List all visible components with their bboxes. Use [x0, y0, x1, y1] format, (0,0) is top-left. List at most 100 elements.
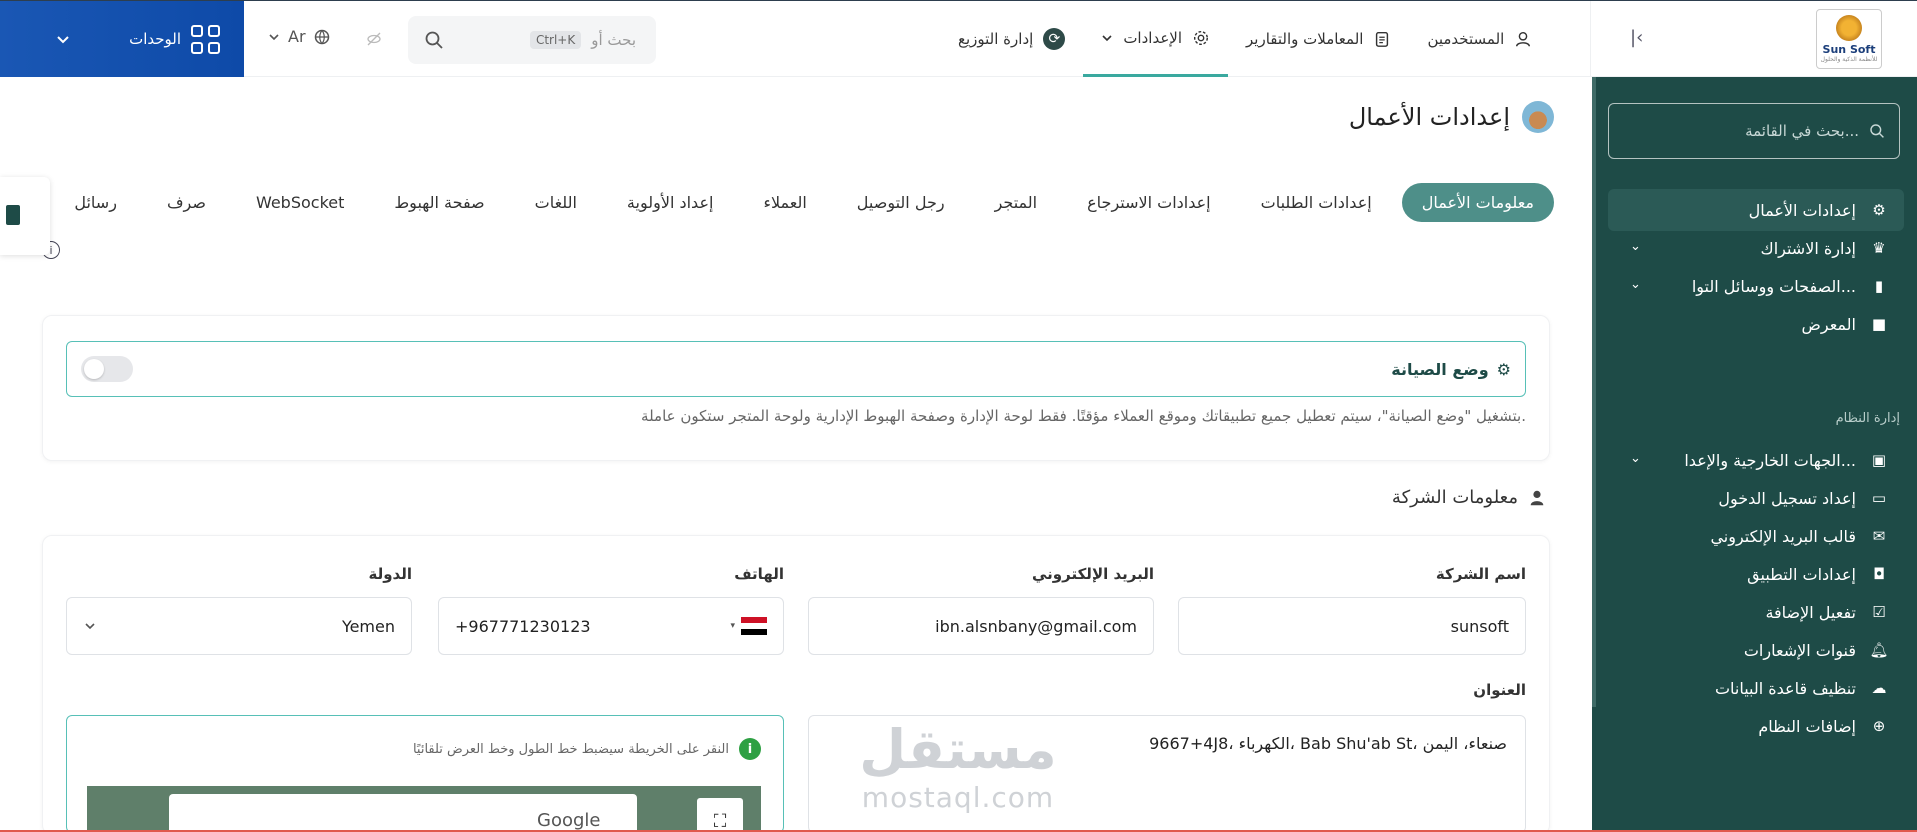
- plus-circle-icon: ⊕: [1872, 717, 1886, 735]
- phone-value: +967771230123: [455, 616, 591, 636]
- sidebar-item-label: الصفحات ووسائل التوا...: [1691, 276, 1856, 296]
- map-provider-logo: Google: [537, 810, 601, 831]
- contact-icon: ▣: [1871, 451, 1887, 469]
- top-navigation: إدارة التوزيع ⟳ الإعدادات المعاملات والت…: [940, 1, 1550, 77]
- logo-name: Sun Soft: [1822, 43, 1876, 56]
- maintenance-toggle[interactable]: [81, 356, 133, 382]
- sidebar-item-label: المعرض: [1801, 314, 1856, 334]
- fullscreen-icon[interactable]: ⛶: [697, 798, 743, 832]
- book-icon: ▮: [1874, 277, 1884, 295]
- company-logo: Sun Soft للأنظمة الذكية والحلول: [1816, 9, 1882, 69]
- sidebar-item-db-cleanup[interactable]: تنظيف قاعدة البيانات ☁: [1608, 667, 1904, 709]
- sidebar-item-gallery[interactable]: المعرض ■: [1608, 303, 1904, 345]
- eye-off-icon[interactable]: [366, 31, 382, 47]
- tab-business-info[interactable]: معلومات الأعمال: [1401, 182, 1554, 222]
- collapse-sidebar-icon[interactable]: |‹: [1630, 27, 1643, 48]
- chevron-down-icon: ⌄: [1630, 239, 1641, 254]
- units-label: الوحدات: [129, 30, 181, 48]
- sidebar-item-app-settings[interactable]: إعدادات التطبيق ◘: [1608, 553, 1904, 595]
- country-select[interactable]: Yemen: [66, 597, 412, 655]
- sidebar-item-pages-social[interactable]: ⌄ الصفحات ووسائل التوا... ▮: [1608, 265, 1904, 307]
- sidebar-item-label: قنوات الإشعارات: [1743, 640, 1856, 660]
- search-icon: [1870, 124, 1884, 138]
- sidebar-item-third-party[interactable]: ⌄ الجهات الخارجية والإعدا... ▣: [1608, 439, 1904, 481]
- sidebar-scrollbar[interactable]: [1592, 77, 1596, 707]
- book-icon: [6, 205, 20, 225]
- search-shortcut: Ctrl+K: [529, 31, 582, 49]
- chevron-down-icon: [85, 623, 95, 630]
- map-hint-text: النقر على الخريطة سيضبط خط الطول وخط الع…: [412, 741, 729, 757]
- sidebar-search-input[interactable]: بحث في القائمة...: [1608, 103, 1900, 159]
- search-placeholder: بحث أو: [591, 31, 636, 49]
- floating-guide-button[interactable]: [0, 177, 50, 255]
- nav-users-label: المستخدمين: [1427, 30, 1505, 48]
- map-hint: النقر على الخريطة سيضبط خط الطول وخط الع…: [413, 738, 761, 760]
- email-input[interactable]: ibn.alsnbany@gmail.com: [808, 597, 1154, 655]
- mostaql-watermark: مستقل mostaql.com: [848, 719, 1068, 815]
- company-name-input[interactable]: sunsoft: [1178, 597, 1526, 655]
- units-menu-button[interactable]: الوحدات: [0, 1, 244, 77]
- tab-customers[interactable]: العملاء: [743, 183, 826, 222]
- nav-settings-label: الإعدادات: [1123, 28, 1182, 47]
- tab-websocket[interactable]: WebSocket: [236, 183, 364, 222]
- chevron-down-icon: ⌄: [1630, 451, 1641, 466]
- nav-distribution-label: إدارة التوزيع: [958, 30, 1034, 48]
- sidebar-item-label: إضافات النظام: [1758, 716, 1856, 736]
- sidebar-item-label: إعداد تسجيل الدخول: [1718, 488, 1856, 508]
- nav-settings[interactable]: الإعدادات: [1083, 1, 1228, 77]
- sidebar-item-label: إدارة الاشتراك: [1760, 238, 1856, 258]
- sun-logo-icon: [1836, 15, 1862, 41]
- sidebar-item-label: تفعيل الإضافة: [1765, 602, 1856, 622]
- sidebar-item-label: قالب البريد الإلكتروني: [1710, 526, 1856, 546]
- chevron-down-icon: [1102, 34, 1112, 41]
- tab-disbursement[interactable]: صرف: [147, 183, 226, 222]
- tab-languages[interactable]: اللغات: [515, 183, 597, 222]
- tab-order-settings[interactable]: إعدادات الطلبات: [1241, 183, 1392, 222]
- sidebar-item-notification-channels[interactable]: قنوات الإشعارات 🔔︎: [1608, 629, 1904, 671]
- global-search[interactable]: Ctrl+K بحث أو: [408, 16, 656, 64]
- nav-transactions-reports[interactable]: المعاملات والتقارير: [1228, 1, 1409, 77]
- sidebar-item-label: إعدادات الأعمال: [1748, 200, 1856, 220]
- sidebar-item-system-addons[interactable]: إضافات النظام ⊕: [1608, 705, 1904, 747]
- sidebar-item-label: تنظيف قاعدة البيانات: [1714, 678, 1856, 698]
- sidebar-item-email-template[interactable]: قالب البريد الإلكتروني ✉: [1608, 515, 1904, 557]
- phone-label: الهاتف: [734, 565, 784, 583]
- gear-icon: ⚙: [1496, 359, 1511, 379]
- sidebar-item-label: الجهات الخارجية والإعدا...: [1684, 450, 1856, 470]
- page-title: إعدادات الأعمال: [1260, 101, 1554, 133]
- crown-icon: ♛: [1872, 239, 1886, 257]
- info-icon: i: [739, 738, 761, 760]
- tab-store[interactable]: المتجر: [975, 183, 1058, 222]
- nav-users[interactable]: المستخدمين: [1409, 1, 1550, 77]
- country-value: Yemen: [341, 616, 395, 636]
- sidebar-item-subscription[interactable]: ⌄ إدارة الاشتراك ♛: [1608, 227, 1904, 269]
- sidebar-item-addon-activation[interactable]: تفعيل الإضافة ☑: [1608, 591, 1904, 633]
- country-label: الدولة: [368, 565, 413, 583]
- sidebar-item-login-setup[interactable]: إعداد تسجيل الدخول ▭: [1608, 477, 1904, 519]
- tab-refund-settings[interactable]: إعدادات الاسترجاع: [1067, 183, 1231, 222]
- chevron-down-icon: ⌄: [1630, 277, 1641, 292]
- language-label: Ar: [288, 27, 306, 46]
- tab-messages[interactable]: رسائل: [54, 183, 137, 222]
- tab-delivery-man[interactable]: رجل التوصيل: [837, 183, 965, 222]
- top-bar: الوحدات Ar Ctrl+K بحث أو إدارة التوزيع ⟳…: [0, 1, 1917, 77]
- phone-input[interactable]: +967771230123 ▾: [438, 597, 784, 655]
- bookmark-icon: ■: [1871, 315, 1887, 333]
- country-code-selector[interactable]: ▾: [730, 617, 767, 635]
- yemen-flag-icon: [741, 617, 767, 635]
- tab-priority-setup[interactable]: إعداد الأولوية: [607, 183, 734, 222]
- cloud-icon: ☁: [1871, 679, 1887, 697]
- company-info-title: معلومات الشركة: [1391, 487, 1518, 508]
- nav-distribution[interactable]: إدارة التوزيع ⟳: [940, 1, 1083, 77]
- tab-landing-page[interactable]: صفحة الهبوط: [374, 183, 504, 222]
- sidebar-item-business-settings[interactable]: إعدادات الأعمال ⚙: [1608, 189, 1904, 231]
- gear-icon: ⚙: [1872, 201, 1886, 219]
- maintenance-mode-row: وضع الصيانة ⚙: [66, 341, 1526, 397]
- language-switcher[interactable]: Ar: [268, 27, 330, 46]
- maintenance-title-text: وضع الصيانة: [1391, 359, 1489, 379]
- store-icon: [1522, 101, 1554, 133]
- sidebar-item-label: إعدادات التطبيق: [1747, 564, 1856, 584]
- grid-icon: [191, 24, 220, 54]
- sidebar: بحث في القائمة... إعدادات الأعمال ⚙ ⌄ إد…: [1592, 77, 1917, 832]
- settings-tabs: معلومات الأعمال إعدادات الطلبات إعدادات …: [44, 179, 1554, 225]
